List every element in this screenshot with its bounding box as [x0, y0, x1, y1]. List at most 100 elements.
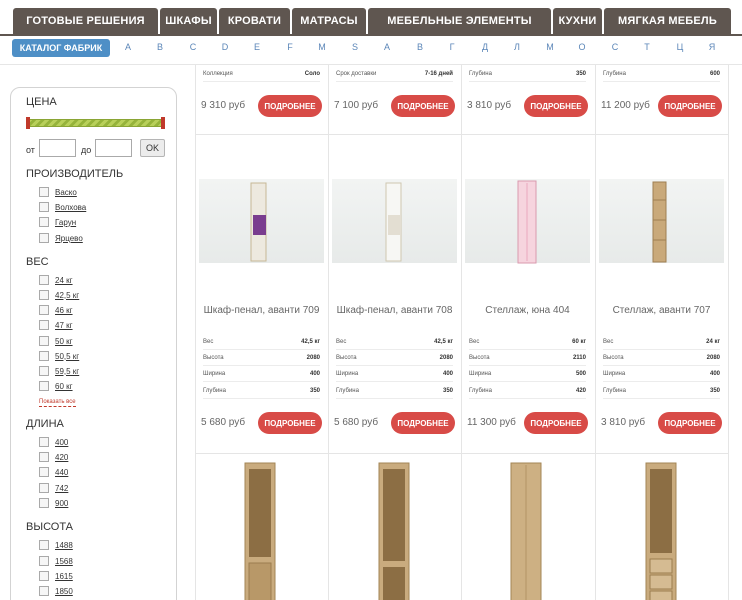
nav-tab-ready-solutions[interactable]: Готовые решения: [13, 8, 158, 34]
filter-option[interactable]: 50,5 кг: [39, 350, 79, 362]
checkbox[interactable]: [39, 351, 49, 361]
filter-option-label[interactable]: 60 кг: [55, 382, 73, 391]
letter-link[interactable]: S: [348, 42, 362, 52]
filter-option[interactable]: 1615: [39, 570, 73, 582]
checkbox[interactable]: [39, 437, 49, 447]
filter-option[interactable]: 400: [39, 436, 68, 448]
filter-option-label[interactable]: 1488: [55, 541, 73, 550]
letter-link[interactable]: M: [315, 42, 329, 52]
letter-link[interactable]: Я: [705, 42, 719, 52]
filter-option-label[interactable]: 1850: [55, 587, 73, 596]
filter-option[interactable]: 42,5 кг: [39, 289, 79, 301]
filter-option-label[interactable]: 59,5 кг: [55, 367, 79, 376]
filter-option[interactable]: Ярцево: [39, 232, 83, 244]
filter-option-label[interactable]: 440: [55, 468, 68, 477]
filter-option[interactable]: 47 кг: [39, 319, 73, 331]
filter-option-label[interactable]: 1568: [55, 557, 73, 566]
nav-tab-soft-furniture[interactable]: Мягкая мебель: [604, 8, 731, 34]
filter-option-label[interactable]: 50 кг: [55, 337, 73, 346]
filter-option[interactable]: Волхова: [39, 201, 86, 213]
price-slider-max-handle[interactable]: [161, 117, 165, 129]
filter-option-label[interactable]: 47 кг: [55, 321, 73, 330]
catalog-factories-button[interactable]: Каталог фабрик: [12, 39, 110, 57]
checkbox[interactable]: [39, 556, 49, 566]
letter-link[interactable]: Л: [510, 42, 524, 52]
nav-tab-mattresses[interactable]: Матрасы: [292, 8, 366, 34]
price-to-input[interactable]: [95, 139, 132, 157]
filter-option[interactable]: 60 кг: [39, 380, 73, 392]
price-slider-track[interactable]: [27, 119, 164, 127]
filter-option-label[interactable]: 420: [55, 453, 68, 462]
filter-option-label[interactable]: 50,5 кг: [55, 352, 79, 361]
checkbox[interactable]: [39, 452, 49, 462]
letter-link[interactable]: B: [153, 42, 167, 52]
filter-option[interactable]: Васко: [39, 186, 77, 198]
details-button[interactable]: Подробнее: [391, 412, 455, 434]
filter-option[interactable]: 1488: [39, 539, 73, 551]
checkbox[interactable]: [39, 217, 49, 227]
checkbox[interactable]: [39, 290, 49, 300]
nav-tab-beds[interactable]: Кровати: [219, 8, 290, 34]
filter-option[interactable]: 900: [39, 497, 68, 509]
filter-option[interactable]: 59,5 кг: [39, 365, 79, 377]
checkbox[interactable]: [39, 187, 49, 197]
letter-link[interactable]: Д: [478, 42, 492, 52]
filter-option-label[interactable]: 1615: [55, 572, 73, 581]
checkbox[interactable]: [39, 498, 49, 508]
letter-link[interactable]: A: [121, 42, 135, 52]
checkbox[interactable]: [39, 275, 49, 285]
product-name[interactable]: Стеллаж, юна 404: [461, 305, 594, 316]
product-name[interactable]: Шкаф-пенал, аванти 708: [328, 305, 461, 316]
filter-option-label[interactable]: 400: [55, 438, 68, 447]
letter-link[interactable]: О: [575, 42, 589, 52]
checkbox[interactable]: [39, 202, 49, 212]
nav-tab-furniture-elements[interactable]: Мебельные элементы: [368, 8, 551, 34]
price-slider-min-handle[interactable]: [26, 117, 30, 129]
details-button[interactable]: Подробнее: [658, 412, 722, 434]
filter-option[interactable]: 1850: [39, 585, 73, 597]
letter-link[interactable]: М: [543, 42, 557, 52]
checkbox[interactable]: [39, 366, 49, 376]
product-name[interactable]: Шкаф-пенал, аванти 709: [195, 305, 328, 316]
product-name[interactable]: Стеллаж, аванти 707: [595, 305, 728, 316]
filter-option[interactable]: 440: [39, 466, 68, 478]
filter-option[interactable]: 742: [39, 482, 68, 494]
filter-option-label[interactable]: Ярцево: [55, 234, 83, 243]
checkbox[interactable]: [39, 467, 49, 477]
letter-link[interactable]: В: [413, 42, 427, 52]
letter-link[interactable]: Г: [445, 42, 459, 52]
filter-option[interactable]: 1568: [39, 555, 73, 567]
checkbox[interactable]: [39, 483, 49, 493]
checkbox[interactable]: [39, 336, 49, 346]
filter-option-label[interactable]: 42,5 кг: [55, 291, 79, 300]
price-ok-button[interactable]: OK: [140, 139, 165, 157]
show-all-link[interactable]: Показать все: [39, 399, 76, 407]
letter-link[interactable]: E: [250, 42, 264, 52]
checkbox[interactable]: [39, 320, 49, 330]
letter-link[interactable]: Ц: [673, 42, 687, 52]
filter-option[interactable]: 420: [39, 451, 68, 463]
letter-link[interactable]: Т: [640, 42, 654, 52]
letter-link[interactable]: D: [218, 42, 232, 52]
filter-option-label[interactable]: 900: [55, 499, 68, 508]
checkbox[interactable]: [39, 233, 49, 243]
checkbox[interactable]: [39, 381, 49, 391]
filter-option-label[interactable]: Гарун: [55, 218, 76, 227]
filter-option-label[interactable]: Васко: [55, 188, 77, 197]
filter-option[interactable]: 50 кг: [39, 335, 73, 347]
letter-link[interactable]: F: [283, 42, 297, 52]
checkbox[interactable]: [39, 571, 49, 581]
checkbox[interactable]: [39, 305, 49, 315]
price-from-input[interactable]: [39, 139, 76, 157]
details-button[interactable]: Подробнее: [524, 412, 588, 434]
filter-option-label[interactable]: 24 кг: [55, 276, 73, 285]
details-button[interactable]: Подробнее: [258, 412, 322, 434]
filter-option[interactable]: 46 кг: [39, 304, 73, 316]
checkbox[interactable]: [39, 586, 49, 596]
nav-tab-kitchens[interactable]: Кухни: [553, 8, 602, 34]
filter-option-label[interactable]: Волхова: [55, 203, 86, 212]
letter-link[interactable]: С: [608, 42, 622, 52]
nav-tab-wardrobes[interactable]: Шкафы: [160, 8, 217, 34]
filter-option[interactable]: 24 кг: [39, 274, 73, 286]
filter-option-label[interactable]: 742: [55, 484, 68, 493]
